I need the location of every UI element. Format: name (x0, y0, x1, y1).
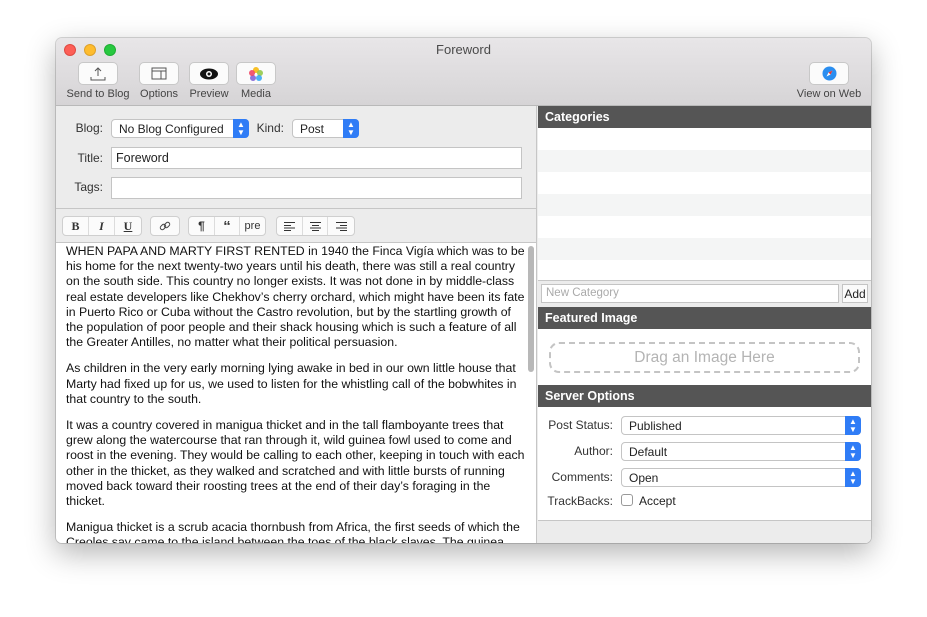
blockquote-button[interactable]: “ (215, 217, 240, 235)
post-status-value: Published (629, 419, 682, 433)
options-label: Options (140, 88, 178, 100)
author-select[interactable]: Default ▲ ▼ (621, 442, 861, 461)
post-body-editor[interactable]: WHEN PAPA AND MARTY FIRST RENTED in 1940… (66, 244, 526, 543)
view-on-web-label: View on Web (796, 88, 862, 100)
eye-icon (200, 68, 218, 79)
preview-button[interactable]: Preview (186, 62, 232, 100)
updown-arrows-icon: ▲ ▼ (845, 442, 861, 461)
author-value: Default (629, 445, 668, 459)
body-paragraph: Manigua thicket is a scrub acacia thornb… (66, 520, 520, 543)
updown-arrows-icon: ▲ ▼ (845, 416, 861, 435)
blog-value: No Blog Configured (119, 122, 224, 136)
link-button[interactable] (151, 217, 179, 235)
safari-compass-icon (822, 66, 836, 81)
title-label: Title: (77, 151, 103, 165)
format-bar: B I U ¶ “ pre (56, 209, 536, 243)
body-paragraph: As children in the very early morning ly… (66, 361, 517, 406)
featured-image-drop-zone[interactable]: Drag an Image Here (549, 342, 860, 373)
body-paragraph: It was a country covered in manigua thic… (66, 418, 525, 509)
kind-label: Kind: (256, 121, 284, 135)
media-button[interactable]: Media (234, 62, 278, 100)
align-right-button[interactable] (328, 217, 354, 235)
title-input[interactable]: Foreword (111, 147, 522, 169)
window-title: Foreword (436, 42, 491, 57)
italic-button[interactable]: I (89, 217, 115, 235)
post-status-label: Post Status: (548, 418, 613, 432)
accept-trackbacks-checkbox[interactable] (621, 494, 633, 506)
editor-scrollbar[interactable] (528, 246, 534, 372)
align-center-icon (309, 221, 321, 231)
trackbacks-label: TrackBacks: (547, 494, 613, 508)
app-window: Foreword Send to Blog Options Preview Me… (56, 38, 871, 543)
align-right-icon (335, 221, 347, 231)
underline-button[interactable]: U (115, 217, 141, 235)
comments-label: Comments: (551, 470, 613, 484)
server-options-header: Server Options (538, 385, 871, 407)
comments-select[interactable]: Open ▲ ▼ (621, 468, 861, 487)
media-label: Media (241, 88, 271, 100)
post-form: Blog: No Blog Configured ▲ ▼ Kind: Post ▲ ▼ … (56, 106, 536, 209)
featured-image-header: Featured Image (538, 307, 871, 329)
align-left-button[interactable] (277, 217, 303, 235)
align-left-icon (283, 221, 295, 231)
updown-arrows-icon: ▲ ▼ (845, 468, 861, 487)
comments-value: Open (629, 471, 659, 485)
photos-icon (249, 66, 263, 81)
new-category-input[interactable]: New Category (541, 284, 839, 303)
categories-header: Categories (538, 106, 871, 128)
send-to-blog-button[interactable]: Send to Blog (64, 62, 132, 100)
kind-value: Post (300, 122, 325, 136)
updown-arrows-icon: ▲ ▼ (343, 119, 359, 138)
inspector-pane: Categories New Category Add Featured Ima… (538, 106, 871, 543)
toolbar: Foreword Send to Blog Options Preview Me… (56, 38, 871, 106)
add-category-button[interactable]: Add (842, 284, 868, 303)
sidebar-icon (151, 67, 167, 80)
align-center-button[interactable] (303, 217, 329, 235)
link-icon (159, 221, 171, 231)
kind-select[interactable]: Post ▲ ▼ (292, 119, 359, 138)
body-paragraph: WHEN PAPA AND MARTY FIRST RENTED in 1940… (66, 244, 525, 350)
pre-button[interactable]: pre (240, 217, 265, 235)
tags-input[interactable] (111, 177, 522, 199)
editor-pane: Blog: No Blog Configured ▲ ▼ Kind: Post ▲ ▼ … (56, 106, 537, 543)
post-status-select[interactable]: Published ▲ ▼ (621, 416, 861, 435)
paragraph-button[interactable]: ¶ (189, 217, 215, 235)
view-on-web-button[interactable]: View on Web (792, 62, 866, 100)
accept-label: Accept (639, 494, 676, 508)
blog-label: Blog: (75, 121, 103, 135)
bold-button[interactable]: B (63, 217, 89, 235)
author-label: Author: (574, 444, 613, 458)
options-button[interactable]: Options (136, 62, 182, 100)
bottom-bar (538, 520, 871, 543)
upload-icon (90, 66, 106, 80)
tags-label: Tags: (74, 180, 103, 194)
send-label: Send to Blog (66, 88, 130, 100)
preview-label: Preview (189, 88, 229, 100)
blog-select[interactable]: No Blog Configured ▲ ▼ (111, 119, 249, 138)
updown-arrows-icon: ▲ ▼ (233, 119, 249, 138)
